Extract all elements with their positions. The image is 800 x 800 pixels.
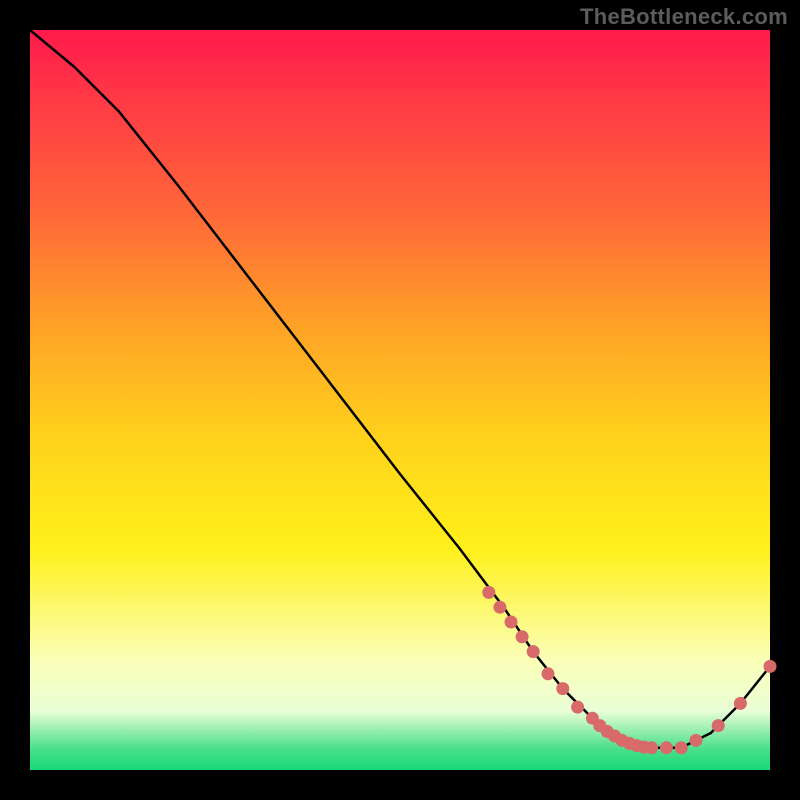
highlight-point	[493, 601, 506, 614]
highlight-point	[675, 741, 688, 754]
highlight-point	[712, 719, 725, 732]
chart-svg	[30, 30, 770, 770]
highlight-point	[764, 660, 777, 673]
bottleneck-curve-line	[30, 30, 770, 748]
highlight-point	[660, 741, 673, 754]
watermark-label: TheBottleneck.com	[580, 4, 788, 30]
highlight-point	[690, 734, 703, 747]
highlight-points-group	[482, 586, 776, 754]
highlight-point	[556, 682, 569, 695]
highlight-point	[527, 645, 540, 658]
highlight-point	[482, 586, 495, 599]
highlight-point	[734, 697, 747, 710]
highlight-point	[571, 701, 584, 714]
plot-area	[30, 30, 770, 770]
highlight-point	[645, 741, 658, 754]
chart-frame: TheBottleneck.com	[0, 0, 800, 800]
highlight-point	[505, 616, 518, 629]
highlight-point	[516, 630, 529, 643]
highlight-point	[542, 667, 555, 680]
